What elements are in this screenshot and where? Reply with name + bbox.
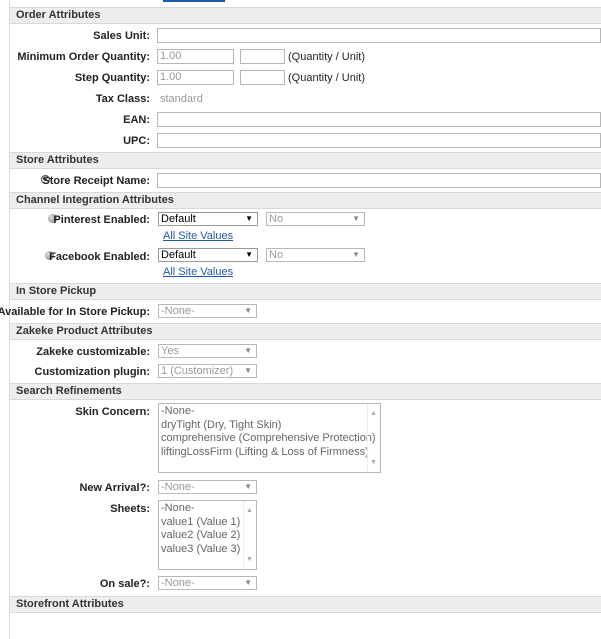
- chevron-down-icon: ▼: [244, 366, 252, 375]
- ean-input[interactable]: [157, 112, 601, 127]
- skin-concern-scrollbar[interactable]: ▲ ▼: [367, 404, 380, 472]
- top-link-underline: [163, 0, 225, 2]
- in-store-pickup-value: -None-: [161, 305, 195, 317]
- list-item[interactable]: comprehensive (Comprehensive Protection): [161, 432, 378, 446]
- chevron-down-icon: ▼: [352, 250, 360, 259]
- section-order-attributes: Order Attributes: [10, 7, 601, 24]
- in-store-pickup-label: Available for In Store Pickup:: [0, 306, 150, 318]
- facebook-all-site-values-link[interactable]: All Site Values: [163, 266, 233, 278]
- on-sale-label: On sale?:: [99, 578, 150, 590]
- sales-unit-label: Sales Unit:: [93, 30, 150, 42]
- chevron-down-icon: ▼: [244, 482, 252, 491]
- list-item[interactable]: value3 (Value 3): [161, 543, 254, 557]
- chevron-down-icon: ▼: [245, 250, 253, 259]
- zakeke-customizable-select[interactable]: Yes ▼: [158, 344, 257, 358]
- pinterest-scope-select[interactable]: Default ▼: [158, 212, 258, 226]
- scroll-down-icon[interactable]: ▼: [246, 553, 253, 567]
- left-border: [9, 0, 10, 639]
- pinterest-all-site-values-link[interactable]: All Site Values: [163, 230, 233, 242]
- step-qty-unit-input[interactable]: [240, 70, 285, 85]
- pinterest-enabled-select[interactable]: No ▼: [266, 212, 365, 226]
- scroll-up-icon[interactable]: ▲: [246, 504, 253, 518]
- tax-class-label: Tax Class:: [95, 93, 150, 105]
- facebook-enabled-value: No: [269, 249, 284, 261]
- upc-label: UPC:: [123, 135, 150, 147]
- chevron-down-icon: ▼: [244, 346, 252, 355]
- sheets-listbox[interactable]: -None- value1 (Value 1) value2 (Value 2)…: [158, 500, 257, 570]
- min-order-qty-label: Minimum Order Quantity:: [17, 51, 150, 63]
- min-order-qty-input[interactable]: 1.00: [157, 49, 234, 64]
- sheets-label: Sheets:: [110, 503, 150, 515]
- scroll-down-icon[interactable]: ▼: [370, 456, 377, 470]
- list-item[interactable]: liftingLossFirm (Lifting & Loss of Firmn…: [161, 446, 378, 460]
- pinterest-enabled-label: Pinterest Enabled:: [53, 214, 150, 226]
- facebook-enabled-select[interactable]: No ▼: [266, 248, 365, 262]
- chevron-down-icon: ▼: [244, 306, 252, 315]
- min-order-qty-unit-input[interactable]: [240, 49, 285, 64]
- section-zakeke-attributes: Zakeke Product Attributes: [10, 323, 601, 340]
- section-search-refinements: Search Refinements: [10, 383, 601, 400]
- ean-label: EAN:: [123, 114, 150, 126]
- skin-concern-label: Skin Concern:: [75, 406, 150, 418]
- list-item[interactable]: -None-: [161, 405, 378, 419]
- customization-plugin-select[interactable]: 1 (Customizer) ▼: [158, 364, 257, 378]
- chevron-down-icon: ▼: [352, 214, 360, 223]
- on-sale-value: -None-: [161, 577, 195, 589]
- new-arrival-label: New Arrival?:: [79, 482, 150, 494]
- on-sale-select[interactable]: -None- ▼: [158, 576, 257, 590]
- list-item[interactable]: value1 (Value 1): [161, 516, 254, 530]
- pinterest-enabled-value: No: [269, 213, 284, 225]
- customization-plugin-value: 1 (Customizer): [161, 365, 234, 377]
- tax-class-value: standard: [160, 93, 203, 105]
- list-item[interactable]: value2 (Value 2): [161, 529, 254, 543]
- sales-unit-input[interactable]: [157, 28, 601, 43]
- section-storefront-attributes: Storefront Attributes: [10, 596, 601, 613]
- facebook-enabled-label: Facebook Enabled:: [49, 251, 150, 263]
- store-receipt-name-label: Store Receipt Name:: [42, 175, 150, 187]
- list-item[interactable]: -None-: [161, 502, 254, 516]
- new-arrival-value: -None-: [161, 481, 195, 493]
- zakeke-customizable-label: Zakeke customizable:: [36, 346, 150, 358]
- section-channel-integration: Channel Integration Attributes: [10, 192, 601, 209]
- section-in-store-pickup: In Store Pickup: [10, 283, 601, 300]
- customization-plugin-label: Customization plugin:: [34, 366, 150, 378]
- section-store-attributes: Store Attributes: [10, 152, 601, 169]
- chevron-down-icon: ▼: [244, 578, 252, 587]
- skin-concern-listbox[interactable]: -None- dryTight (Dry, Tight Skin) compre…: [158, 403, 381, 473]
- in-store-pickup-select[interactable]: -None- ▼: [158, 304, 257, 318]
- pinterest-scope-value: Default: [161, 213, 196, 225]
- scroll-up-icon[interactable]: ▲: [370, 407, 377, 421]
- step-qty-input[interactable]: 1.00: [157, 70, 234, 85]
- min-order-qty-hint: (Quantity / Unit): [288, 51, 366, 63]
- sheets-scrollbar[interactable]: ▲ ▼: [243, 501, 256, 569]
- step-qty-label: Step Quantity:: [74, 72, 150, 84]
- step-qty-hint: (Quantity / Unit): [288, 72, 366, 84]
- new-arrival-select[interactable]: -None- ▼: [158, 480, 257, 494]
- chevron-down-icon: ▼: [245, 214, 253, 223]
- facebook-scope-value: Default: [161, 249, 196, 261]
- upc-input[interactable]: [157, 133, 601, 148]
- store-receipt-name-input[interactable]: [157, 173, 601, 188]
- facebook-scope-select[interactable]: Default ▼: [158, 248, 258, 262]
- zakeke-customizable-value: Yes: [161, 345, 179, 357]
- list-item[interactable]: dryTight (Dry, Tight Skin): [161, 419, 378, 433]
